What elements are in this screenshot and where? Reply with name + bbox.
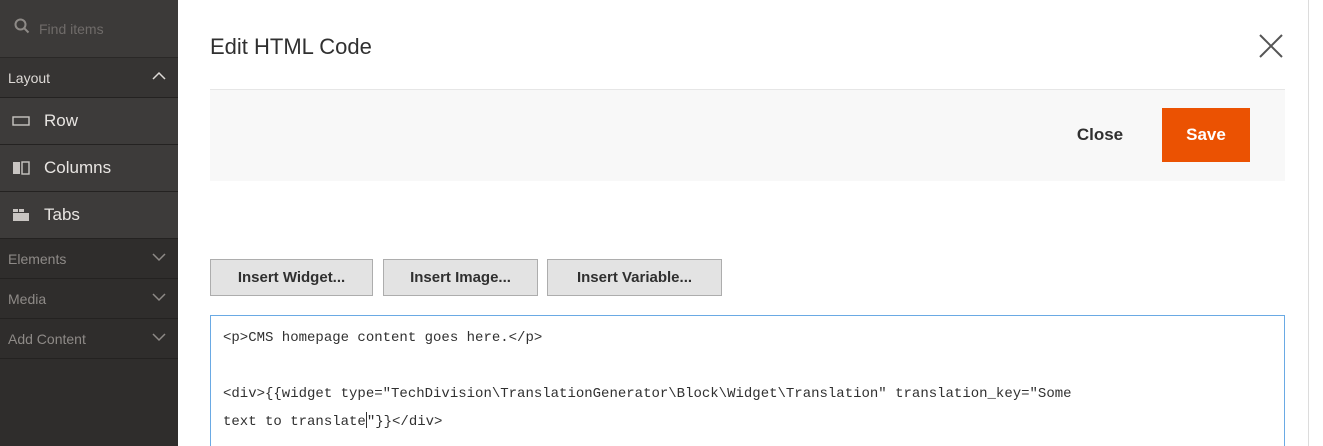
columns-icon [12, 160, 32, 176]
section-add-content[interactable]: Add Content [0, 319, 178, 359]
search-icon [14, 18, 30, 39]
editor-line: <div>{{widget type="TechDivision\Transla… [223, 386, 1072, 402]
insert-widget-button[interactable]: Insert Widget... [210, 259, 373, 296]
chevron-down-icon [152, 250, 166, 267]
close-button[interactable]: Close [1060, 118, 1140, 152]
editor-text: "}}</div> [366, 414, 443, 430]
save-button[interactable]: Save [1162, 108, 1250, 162]
sidebar-item-tabs-label: Tabs [44, 205, 80, 224]
section-elements[interactable]: Elements [0, 239, 178, 279]
sidebar-item-row-label: Row [44, 111, 79, 130]
section-media-label: Media [8, 290, 47, 307]
modal-edge-divider [1308, 0, 1309, 446]
editor-line: text to translate"}}</div> [223, 412, 442, 430]
html-code-editor[interactable]: <p>CMS homepage content goes here.</p> <… [210, 315, 1285, 446]
chevron-down-icon [152, 330, 166, 347]
sidebar-panel: Find items Layout Row Columns Tabs Eleme… [0, 0, 178, 446]
editor-text: text to translate [223, 414, 366, 430]
sidebar-item-columns[interactable]: Columns [0, 145, 178, 192]
chevron-down-icon [152, 290, 166, 307]
section-layout[interactable]: Layout [0, 58, 178, 98]
editor-line: <p>CMS homepage content goes here.</p> [223, 330, 543, 346]
insert-image-button[interactable]: Insert Image... [383, 259, 538, 296]
section-media[interactable]: Media [0, 279, 178, 319]
section-elements-label: Elements [8, 250, 67, 267]
insert-variable-button[interactable]: Insert Variable... [547, 259, 722, 296]
search-bar[interactable]: Find items [0, 0, 178, 58]
close-icon[interactable] [1257, 32, 1285, 60]
tabs-icon [12, 207, 32, 223]
section-add-content-label: Add Content [8, 330, 86, 347]
section-layout-label: Layout [8, 69, 51, 86]
chevron-up-icon [152, 69, 166, 86]
sidebar-item-row[interactable]: Row [0, 98, 178, 145]
modal-title: Edit HTML Code [210, 34, 372, 59]
sidebar-item-columns-label: Columns [44, 158, 112, 177]
search-input[interactable]: Find items [39, 21, 104, 37]
row-icon [12, 113, 32, 129]
sidebar-item-tabs[interactable]: Tabs [0, 192, 178, 239]
